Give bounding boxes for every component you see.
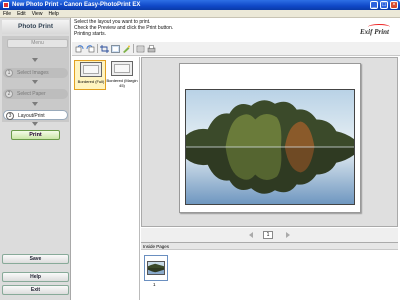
print-button[interactable]: Print: [11, 130, 60, 140]
previous-page-icon[interactable]: [249, 232, 253, 238]
layout-label: Bordered (Margin 45): [106, 78, 138, 88]
layout-label: Bordered (Full): [77, 79, 105, 84]
frame-icon[interactable]: [111, 45, 120, 53]
inside-pages-panel: Inside Pages 1: [141, 242, 398, 300]
app-icon: [3, 2, 9, 8]
rotate-right-icon[interactable]: [86, 45, 95, 53]
step-label: Layout/Print: [18, 113, 45, 119]
toolbar: [72, 42, 400, 56]
step-select-paper[interactable]: 2 Select Paper: [3, 89, 68, 99]
close-button[interactable]: ×: [390, 1, 398, 9]
inside-page-number: 1: [153, 282, 156, 287]
preview-area: [141, 57, 398, 227]
menu-file[interactable]: File: [0, 10, 14, 18]
layout-bordered-full[interactable]: Bordered (Full): [74, 60, 106, 90]
exit-button[interactable]: Exit: [2, 285, 69, 295]
settings-icon[interactable]: [147, 45, 156, 53]
toolbar-separator: [133, 44, 134, 53]
step-number: 2: [5, 90, 13, 98]
logo-swoosh: [368, 24, 390, 30]
down-arrow-icon: [32, 102, 38, 106]
layout-bordered-margin[interactable]: Bordered (Margin 45): [106, 60, 138, 90]
help-button[interactable]: Help: [2, 272, 69, 282]
layout-list: Bordered (Full) Bordered (Margin 45): [72, 57, 140, 300]
step-number: 1: [5, 69, 13, 77]
inside-pages-heading: Inside Pages: [141, 243, 398, 250]
menu-button[interactable]: Menu: [7, 39, 68, 48]
toolbar-separator: [97, 44, 98, 53]
thumbnail-photo: [147, 261, 165, 275]
correct-icon[interactable]: [122, 45, 131, 53]
crop-icon[interactable]: [100, 45, 109, 53]
instructions: Select the layout you want to print. Che…: [74, 19, 334, 37]
minimize-button[interactable]: _: [370, 1, 378, 9]
window-title: New Photo Print - Canon Easy-PhotoPrint …: [12, 2, 141, 8]
down-arrow-icon: [32, 122, 38, 126]
inside-page-thumbnail[interactable]: [144, 255, 168, 281]
page-navigator: 1: [141, 228, 398, 242]
filter-icon[interactable]: [136, 45, 145, 53]
instruction-line: Printing starts.: [74, 31, 106, 37]
step-label: Select Paper: [17, 91, 46, 97]
save-button[interactable]: Save: [2, 254, 69, 264]
rotate-left-icon[interactable]: [75, 45, 84, 53]
menu-help[interactable]: Help: [45, 10, 61, 18]
next-page-icon[interactable]: [286, 232, 290, 238]
down-arrow-icon: [32, 58, 38, 62]
page-number: 1: [263, 231, 273, 239]
sidebar: Photo Print Menu 1 Select Images 2 Selec…: [0, 18, 71, 300]
step-layout-print[interactable]: 3 Layout/Print: [3, 110, 68, 120]
down-arrow-icon: [32, 80, 38, 84]
layout-thumbnail: [111, 61, 133, 76]
preview-photo[interactable]: [185, 89, 355, 205]
sidebar-heading: Photo Print: [2, 20, 69, 34]
menu-edit[interactable]: Edit: [14, 10, 29, 18]
step-label: Select Images: [17, 70, 49, 76]
title-bar: New Photo Print - Canon Easy-PhotoPrint …: [0, 0, 400, 10]
step-number: 3: [6, 112, 14, 120]
menu-view[interactable]: View: [29, 10, 46, 18]
preview-page: [179, 63, 361, 213]
menu-bar: File Edit View Help: [0, 10, 400, 18]
step-select-images[interactable]: 1 Select Images: [3, 68, 68, 78]
exif-print-logo: Exif Print: [360, 24, 396, 40]
layout-thumbnail: [80, 62, 102, 77]
maximize-button[interactable]: □: [380, 1, 388, 9]
